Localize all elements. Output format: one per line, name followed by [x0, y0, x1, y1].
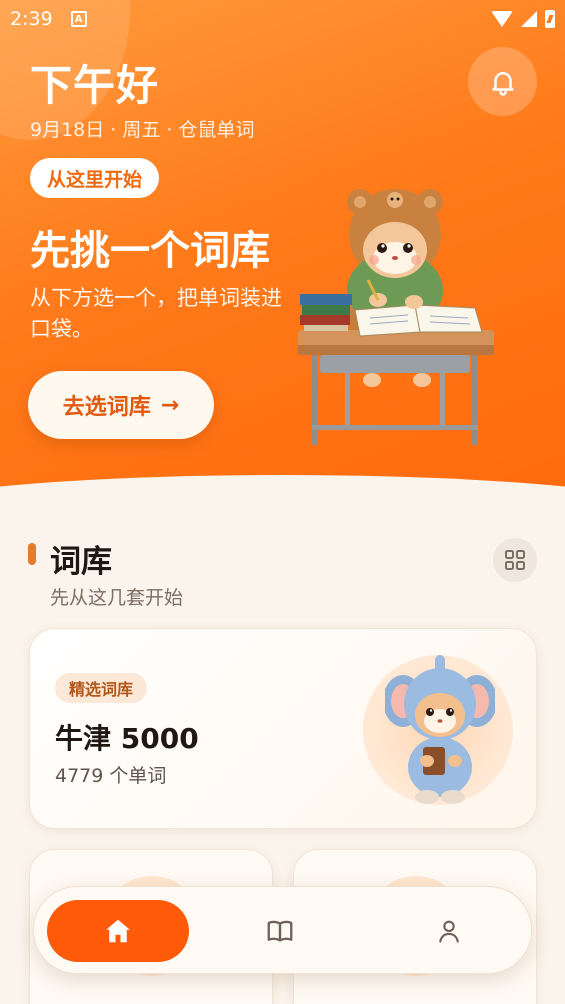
bottom-navigation — [33, 886, 532, 974]
home-icon — [106, 919, 130, 943]
hero-curve — [0, 475, 565, 520]
hamster-elephant-illustration — [385, 655, 495, 804]
wifi-icon — [491, 11, 513, 27]
nav-profile-tab[interactable] — [433, 915, 465, 947]
greeting-title: 下午好 — [30, 61, 160, 110]
section-title: 词库 — [50, 544, 112, 580]
cta-label: 去选词库 — [62, 395, 151, 420]
battery-icon — [545, 10, 555, 28]
notifications-button[interactable] — [468, 47, 537, 116]
status-bar: 2:39 A — [0, 0, 565, 38]
signal-icon — [521, 11, 537, 27]
hamster-desk-illustration — [298, 189, 494, 445]
section-subtitle: 先从这几套开始 — [50, 587, 184, 609]
bell-icon — [491, 71, 514, 96]
status-time: 2:39 — [10, 8, 53, 30]
book-icon — [267, 920, 293, 942]
wordbook-word-count: 4779 个单词 — [55, 765, 167, 787]
wordbook-card-featured[interactable]: 精选词库 牛津 5000 4779 个单词 — [29, 628, 537, 829]
hero-title: 先挑一个词库 — [30, 228, 270, 274]
date-line: 9月18日 · 周五 · 仓鼠单词 — [30, 119, 255, 141]
arrow-right-icon: → — [160, 392, 180, 418]
start-here-badge: 从这里开始 — [30, 158, 160, 198]
user-icon — [439, 920, 459, 943]
nav-home-tab[interactable] — [47, 900, 189, 962]
featured-badge: 精选词库 — [55, 673, 148, 703]
grid-view-button[interactable] — [493, 538, 537, 582]
app-notification-icon: A — [70, 11, 87, 27]
nav-library-tab[interactable] — [264, 915, 296, 947]
grid-icon — [505, 550, 525, 570]
choose-wordbook-button[interactable]: 去选词库 → — [28, 371, 214, 439]
wordbook-title: 牛津 5000 — [55, 722, 199, 755]
hero-subtitle: 从下方选一个，把单词装进口袋。 — [30, 286, 282, 341]
section-accent-bar — [28, 543, 36, 565]
